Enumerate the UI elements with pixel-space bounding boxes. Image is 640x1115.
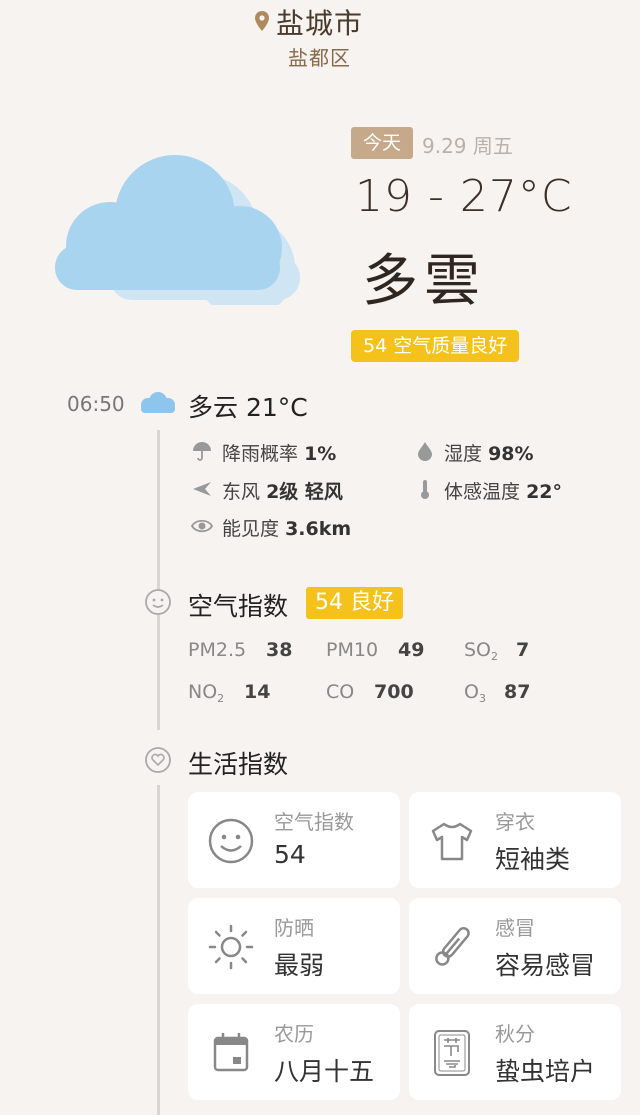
card-title: 防晒 [274,916,314,940]
cloud-weather-icon [55,155,300,305]
co-label: CO [326,681,355,703]
observation-time: 06:50 [67,392,125,416]
thermometer-small-icon [421,480,429,499]
visibility: 能见度 3.6km [222,518,352,540]
no2-value: 14 [244,681,271,703]
life-card-clothing[interactable]: 穿衣 短袖类 [409,792,621,888]
o3-label: O3 [464,681,486,705]
thermometer-icon [435,926,470,966]
aqi-badge[interactable]: 54 空气质量良好 [351,330,520,362]
pm25-label: PM2.5 [188,639,247,661]
so2-value: 7 [516,639,530,661]
so2-label: SO2 [464,639,499,663]
o3-value: 87 [504,681,531,703]
today-badge: 今天 [351,127,413,159]
feels-like: 体感温度 22° [444,481,563,503]
life-card-solar-term[interactable]: 秋分 蛰虫培户 [409,1004,621,1100]
today-date: 9.29 周五 [422,134,513,158]
air-index-title: 空气指数 [188,592,289,621]
card-value: 八月十五 [274,1057,375,1086]
card-value: 蛰虫培户 [495,1057,596,1086]
solar-term-icon [434,1030,470,1076]
card-title: 农历 [274,1022,314,1046]
heart-icon [145,747,171,773]
small-cloud-icon [141,392,175,413]
air-quality-badge: 54 良好 [306,587,403,619]
life-card-cold[interactable]: 感冒 容易感冒 [409,898,621,994]
card-title: 感冒 [495,916,535,940]
pm10-label: PM10 [326,639,379,661]
smile-icon [208,818,254,864]
sun-icon [208,924,254,970]
wind-direction-icon [193,482,211,496]
life-card-air[interactable]: 空气指数 54 [188,792,400,888]
card-value: 54 [274,840,306,869]
card-value: 最弱 [274,951,325,980]
umbrella-icon [193,442,211,461]
card-title: 空气指数 [274,810,354,834]
card-title: 秋分 [495,1022,535,1046]
temperature-range: 19 - 27°C [355,171,573,222]
weather-condition: 多雲 [362,249,486,314]
card-title: 穿衣 [495,810,535,834]
life-card-lunar[interactable]: 农历 八月十五 [188,1004,400,1100]
card-value: 容易感冒 [495,951,596,980]
calendar-icon [213,1033,249,1072]
life-index-title: 生活指数 [188,750,289,779]
no2-label: NO2 [188,681,225,705]
humidity-drop-icon [418,442,432,461]
pm25-value: 38 [266,639,293,661]
smile-icon [145,589,171,615]
wind: 东风 2级 轻风 [222,481,343,503]
card-value: 短袖类 [495,845,571,874]
city-name[interactable]: 盐城市 [276,2,363,42]
timeline-line [157,430,160,730]
current-condition: 多云 21°C [188,393,308,422]
tshirt-icon [431,822,473,861]
co-value: 700 [374,681,414,703]
timeline-line [157,785,160,1115]
district-name[interactable]: 盐都区 [288,42,351,71]
pm10-value: 49 [398,639,425,661]
eye-icon [191,519,213,533]
location-pin-icon [255,11,269,31]
rain-probability: 降雨概率 1% [222,443,337,465]
humidity: 湿度 98% [444,443,534,465]
life-card-sunscreen[interactable]: 防晒 最弱 [188,898,400,994]
